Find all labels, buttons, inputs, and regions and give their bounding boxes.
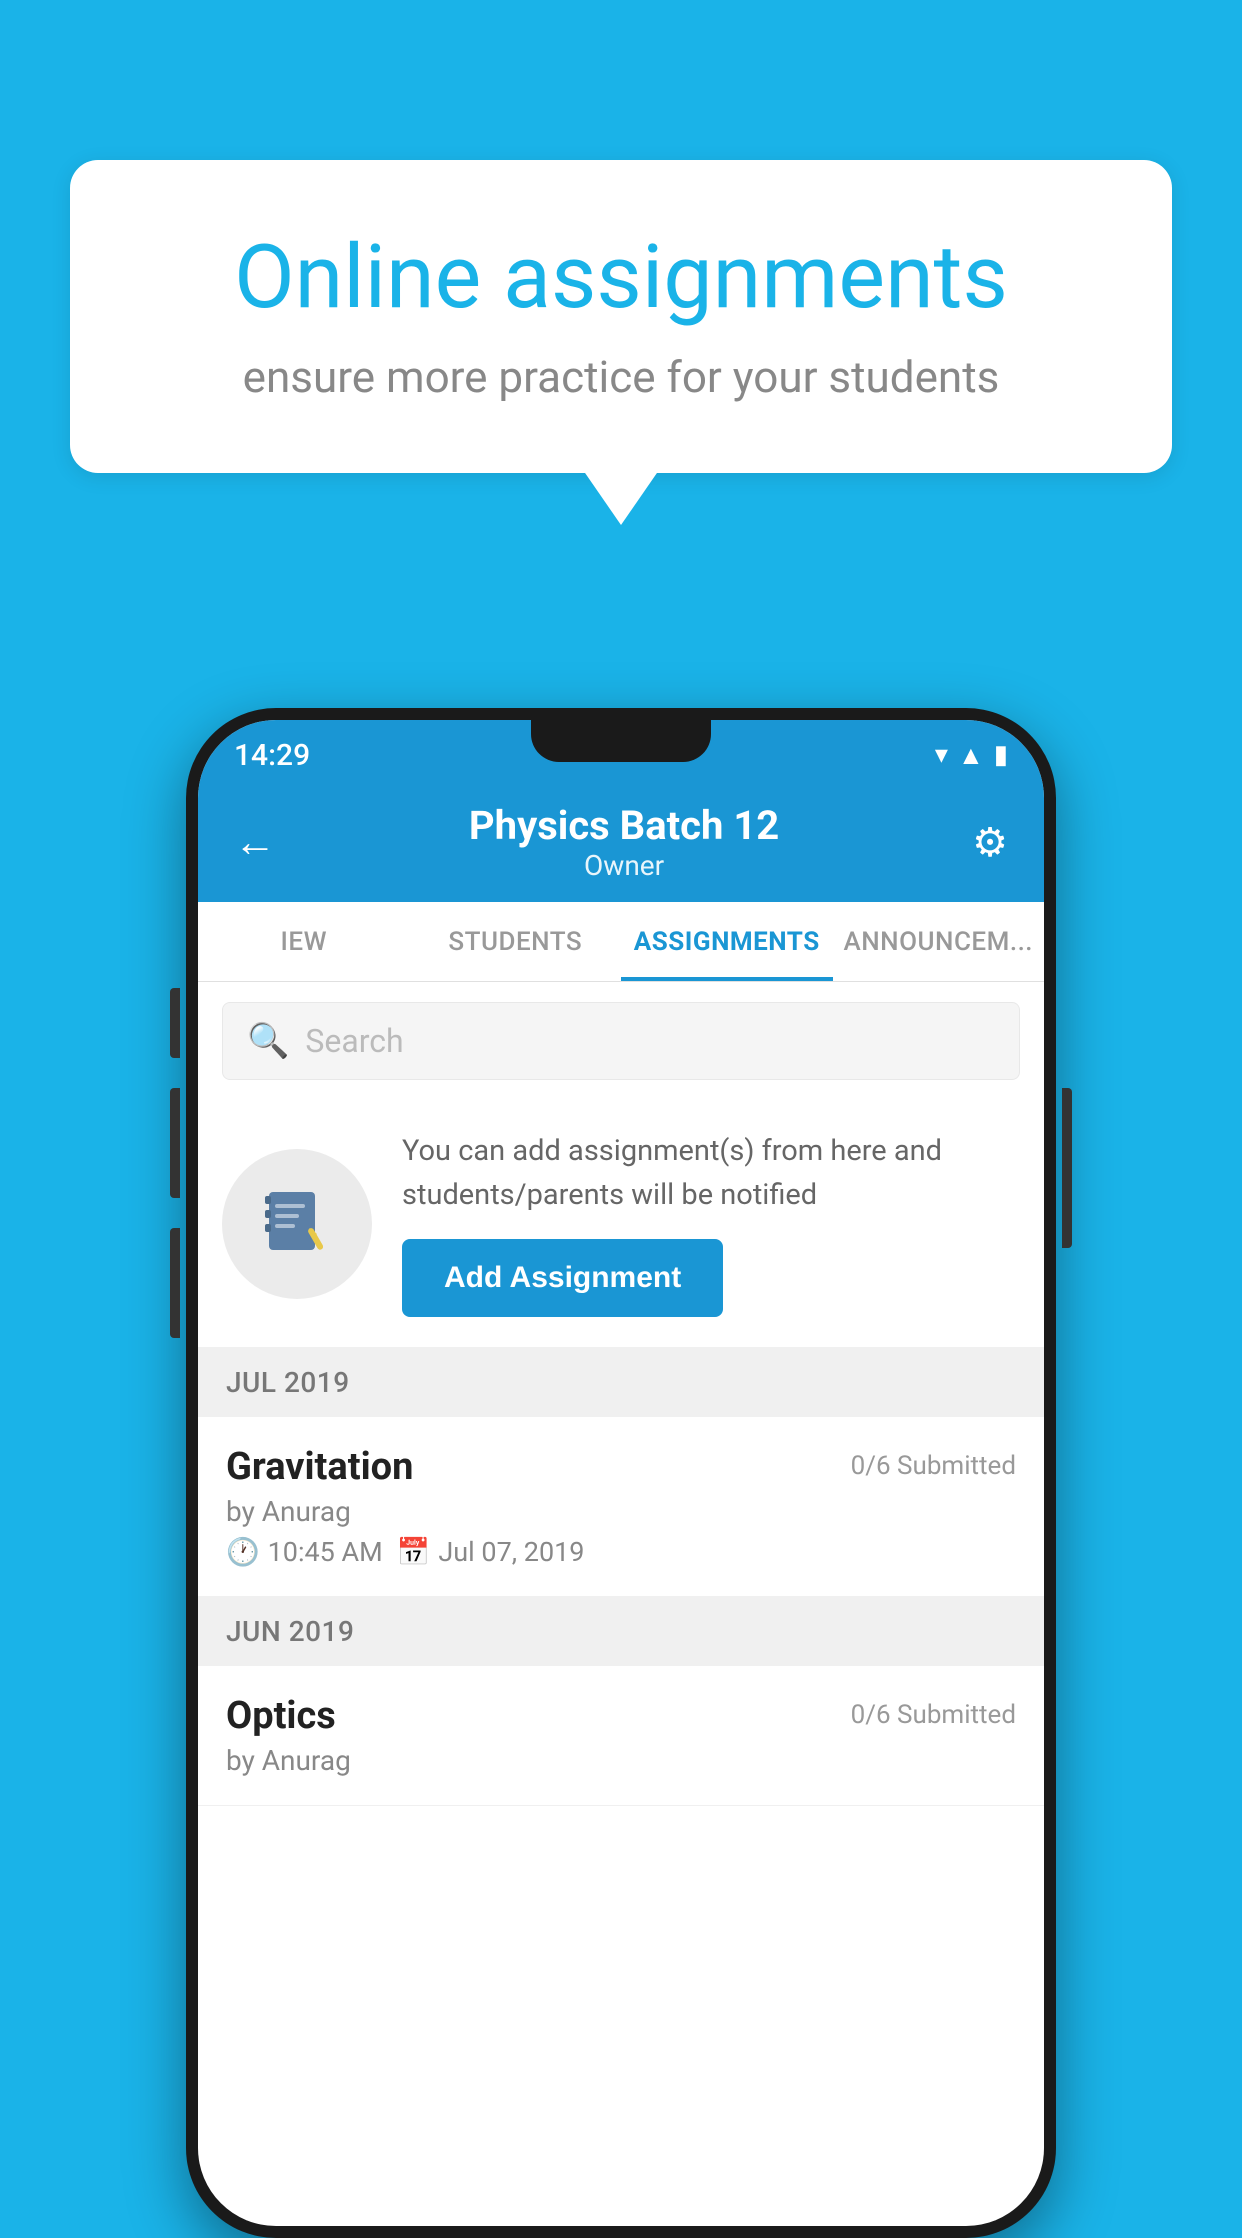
assignment-name-optics: Optics (226, 1694, 336, 1738)
battery-icon: ▮ (994, 740, 1008, 770)
add-assignment-button[interactable]: Add Assignment (402, 1239, 723, 1317)
side-button-volume-indicator (170, 988, 180, 1058)
settings-button[interactable]: ⚙ (972, 819, 1008, 866)
calendar-icon: 📅 (397, 1536, 431, 1568)
status-time: 14:29 (234, 738, 310, 773)
assignment-name: Gravitation (226, 1445, 413, 1489)
clock-icon: 🕐 (226, 1536, 260, 1568)
side-button-volume-up (170, 1088, 180, 1198)
speech-bubble: Online assignments ensure more practice … (70, 160, 1172, 473)
assignment-meta: 🕐 10:45 AM 📅 Jul 07, 2019 (226, 1536, 1016, 1568)
assignment-author-optics: by Anurag (226, 1744, 1016, 1777)
assignment-row-top: Gravitation 0/6 Submitted (226, 1445, 1016, 1489)
assignment-date: 📅 Jul 07, 2019 (397, 1536, 585, 1568)
bubble-title: Online assignments (150, 230, 1092, 327)
search-bar[interactable]: 🔍 Search (222, 1002, 1020, 1080)
tab-announcements[interactable]: ANNOUNCEM... (833, 902, 1045, 981)
bubble-subtitle: ensure more practice for your students (150, 351, 1092, 403)
assignment-item-optics[interactable]: Optics 0/6 Submitted by Anurag (198, 1666, 1044, 1806)
back-button[interactable]: ← (234, 818, 276, 867)
speech-bubble-container: Online assignments ensure more practice … (70, 160, 1172, 473)
assignment-icon-circle (222, 1149, 372, 1299)
assignment-time: 🕐 10:45 AM (226, 1536, 383, 1568)
phone-frame: 14:29 ▾ ▲ ▮ ← Physics Batch 12 Owner ⚙ I… (186, 708, 1056, 2238)
search-placeholder: Search (305, 1022, 403, 1060)
section-header-jun: JUN 2019 (198, 1597, 1044, 1666)
notebook-icon (257, 1184, 337, 1264)
section-header-jul: JUL 2019 (198, 1348, 1044, 1417)
signal-icon: ▲ (958, 740, 984, 771)
tab-assignments[interactable]: ASSIGNMENTS (621, 902, 833, 981)
header-center: Physics Batch 12 Owner (276, 802, 972, 882)
tab-bar: IEW STUDENTS ASSIGNMENTS ANNOUNCEM... (198, 902, 1044, 982)
side-button-volume-down (170, 1228, 180, 1338)
phone-screen: 14:29 ▾ ▲ ▮ ← Physics Batch 12 Owner ⚙ I… (198, 720, 1044, 2226)
app-header: ← Physics Batch 12 Owner ⚙ (198, 782, 1044, 902)
assignment-item-gravitation[interactable]: Gravitation 0/6 Submitted by Anurag 🕐 10… (198, 1417, 1044, 1597)
wifi-icon: ▾ (935, 740, 948, 770)
header-subtitle: Owner (276, 849, 972, 882)
info-card-content: You can add assignment(s) from here and … (402, 1130, 1020, 1317)
side-button-power (1062, 1088, 1072, 1248)
assignment-submitted-optics: 0/6 Submitted (851, 1700, 1016, 1730)
info-card-description: You can add assignment(s) from here and … (402, 1130, 1020, 1217)
assignment-author: by Anurag (226, 1495, 1016, 1528)
tab-students[interactable]: STUDENTS (410, 902, 622, 981)
tab-iew[interactable]: IEW (198, 902, 410, 981)
info-card: You can add assignment(s) from here and … (198, 1100, 1044, 1348)
header-title: Physics Batch 12 (276, 802, 972, 849)
assignment-submitted: 0/6 Submitted (851, 1451, 1016, 1481)
phone-notch (531, 720, 711, 762)
search-icon: 🔍 (247, 1021, 289, 1061)
search-container: 🔍 Search (198, 982, 1044, 1100)
assignment-row-top-optics: Optics 0/6 Submitted (226, 1694, 1016, 1738)
status-icons: ▾ ▲ ▮ (935, 740, 1008, 771)
